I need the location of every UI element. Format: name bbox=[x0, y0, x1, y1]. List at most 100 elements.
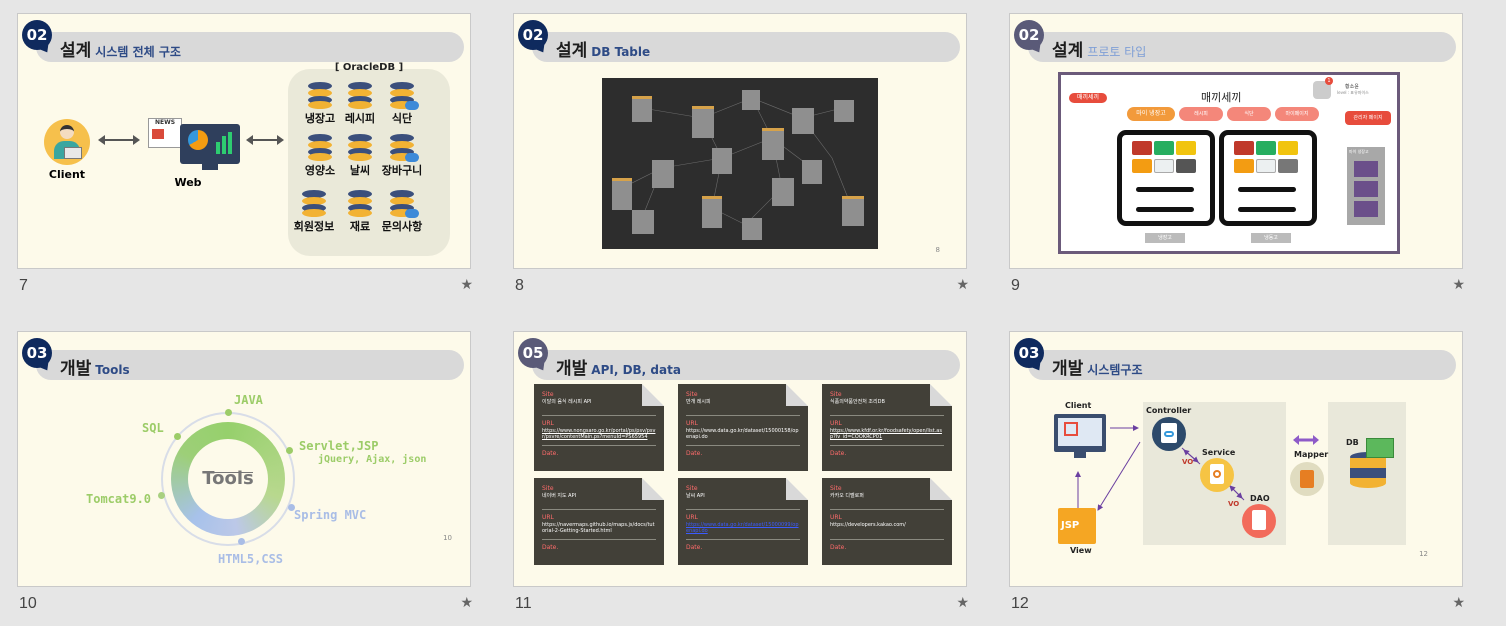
jsp-file-icon: JSP bbox=[1058, 508, 1096, 544]
client-label: Client bbox=[1065, 401, 1092, 410]
date-label: Date. bbox=[686, 450, 703, 457]
tab-my-fridge[interactable]: 마이 냉장고 bbox=[1127, 107, 1175, 121]
star-icon[interactable]: ★ bbox=[1452, 277, 1465, 293]
fridge-button[interactable]: 냉장고 bbox=[1145, 233, 1185, 243]
slide-10[interactable]: 03 개발 Tools Tools JAVA SQL Servlet,JSP jQ… bbox=[17, 331, 471, 587]
client-monitor-icon bbox=[1054, 414, 1106, 452]
site-label: Site bbox=[830, 391, 842, 398]
section-badge: 02 bbox=[22, 20, 52, 50]
url-label: URL bbox=[830, 514, 842, 521]
url-link[interactable]: https://www.data.go.kr/dataset/15000099/… bbox=[686, 522, 800, 534]
card-divider bbox=[686, 509, 800, 510]
db-item-label: 장바구니 bbox=[381, 164, 423, 177]
page-number: 12 bbox=[1419, 550, 1428, 558]
url-link[interactable]: https://developers.kakao.com/ bbox=[830, 522, 944, 528]
database-icon bbox=[389, 190, 419, 218]
slide-number: 7 bbox=[19, 277, 28, 294]
site-label: Site bbox=[686, 485, 698, 492]
side-storage-panel: 마이 냉장고 bbox=[1347, 147, 1385, 225]
card-divider bbox=[686, 445, 800, 446]
section-badge: 03 bbox=[22, 338, 52, 368]
card-divider bbox=[542, 509, 656, 510]
slide-7[interactable]: 02 설계 시스템 전체 구조 Client NEWS Web [ OracleD… bbox=[17, 13, 471, 269]
database-icon bbox=[307, 134, 333, 161]
db-item: 냉장고 bbox=[298, 82, 342, 126]
site-label: Site bbox=[830, 485, 842, 492]
db-item: 재료 bbox=[338, 190, 382, 234]
db-item: 식단 bbox=[380, 82, 424, 126]
freezer-button[interactable]: 냉동고 bbox=[1251, 233, 1291, 243]
db-item: 회원정보 bbox=[292, 190, 336, 234]
tab-diet[interactable]: 식단 bbox=[1227, 107, 1271, 121]
tools-center-label: Tools bbox=[202, 468, 254, 489]
db-item-label: 날씨 bbox=[349, 164, 371, 177]
database-icon bbox=[347, 134, 373, 161]
slide-number: 11 bbox=[515, 595, 532, 612]
database-icon bbox=[347, 190, 373, 217]
admin-page-button[interactable]: 관리자 페이지 bbox=[1345, 111, 1391, 125]
url-label: URL bbox=[686, 420, 698, 427]
db-item-label: 레시피 bbox=[344, 112, 376, 125]
star-icon[interactable]: ★ bbox=[460, 277, 473, 293]
date-label: Date. bbox=[830, 450, 847, 457]
url-link[interactable]: https://www.data.go.kr/dataset/15000158/… bbox=[686, 428, 800, 440]
db-item-label: 냉장고 bbox=[304, 112, 336, 125]
star-icon[interactable]: ★ bbox=[956, 595, 969, 611]
slide-title: 개발 API, DB, data bbox=[556, 359, 681, 379]
api-card: Site 식품의약품안전처 조리DB URL https://www.kfdf.or.… bbox=[822, 384, 952, 471]
client-web-arrow bbox=[98, 135, 140, 145]
tab-recipe[interactable]: 레시피 bbox=[1179, 107, 1223, 121]
card-divider bbox=[542, 539, 656, 540]
proto-logo: 매끼세끼 bbox=[1069, 93, 1107, 103]
date-label: Date. bbox=[830, 544, 847, 551]
tool-html-css: HTML5,CSS bbox=[218, 552, 284, 566]
card-divider bbox=[830, 415, 944, 416]
api-card: Site 네이버 지도 API URL https://navermaps.githu… bbox=[534, 478, 664, 565]
api-card: Site 날씨 API URL https://www.data.go.kr/data… bbox=[678, 478, 808, 565]
star-icon[interactable]: ★ bbox=[460, 595, 473, 611]
tab-mypage[interactable]: 마이페이지 bbox=[1275, 107, 1319, 121]
card-divider bbox=[542, 445, 656, 446]
tool-spring: Spring MVC bbox=[294, 508, 367, 522]
monitor-stand bbox=[1074, 452, 1086, 458]
view-label: View bbox=[1070, 546, 1092, 555]
slide-number: 10 bbox=[19, 595, 37, 612]
database-icon bbox=[307, 82, 333, 109]
db-item-label: 문의사항 bbox=[381, 220, 423, 233]
api-card: Site 카카오 디벨로퍼 URL https://developers.kakao.… bbox=[822, 478, 952, 565]
url-label: URL bbox=[542, 420, 554, 427]
slide-11[interactable]: 05 개발 API, DB, data Site 이달의 음식 레시피 API URL… bbox=[513, 331, 967, 587]
slide-number: 9 bbox=[1011, 277, 1020, 294]
oracle-db-title: [ OracleDB ] bbox=[334, 62, 404, 73]
star-icon[interactable]: ★ bbox=[956, 277, 969, 293]
mapper-label: Mapper bbox=[1294, 450, 1329, 459]
url-link[interactable]: https://www.nongsaro.go.kr/portal/ps/psv… bbox=[542, 428, 656, 440]
user-name: 황소윤 bbox=[1345, 84, 1359, 90]
site-label: Site bbox=[542, 485, 554, 492]
controller-label: Controller bbox=[1146, 406, 1192, 415]
slide-title: 설계 프로토 타입 bbox=[1052, 41, 1147, 61]
section-badge: 05 bbox=[518, 338, 548, 368]
database-icon bbox=[1350, 452, 1386, 492]
star-icon[interactable]: ★ bbox=[1452, 595, 1465, 611]
web-db-arrow bbox=[246, 135, 284, 145]
slide-8[interactable]: 02 설계 DB Table 8 bbox=[513, 13, 967, 269]
mapper-icon bbox=[1290, 462, 1324, 496]
slide-9[interactable]: 02 설계 프로토 타입 매끼세끼 매끼세끼 1 황소윤 level : 표유마이… bbox=[1009, 13, 1463, 269]
site-value: 네이버 지도 API bbox=[542, 493, 577, 499]
cloud-icon bbox=[405, 209, 419, 218]
slide-12[interactable]: 03 개발 시스템구조 Client JSP View Controller S… bbox=[1009, 331, 1463, 587]
db-item-label: 회원정보 bbox=[293, 220, 335, 233]
db-item: 레시피 bbox=[338, 82, 382, 126]
url-label: URL bbox=[830, 420, 842, 427]
service-icon bbox=[1200, 458, 1234, 492]
proto-app-title: 매끼세끼 bbox=[1201, 91, 1242, 104]
card-divider bbox=[686, 539, 800, 540]
ring-dot bbox=[286, 447, 293, 454]
date-label: Date. bbox=[542, 544, 559, 551]
site-value: 이달의 음식 레시피 API bbox=[542, 399, 592, 405]
url-link[interactable]: https://www.kfdf.or.kr/foodsafety/open/l… bbox=[830, 428, 944, 440]
controller-icon bbox=[1152, 417, 1186, 451]
url-link[interactable]: https://navermaps.github.io/maps.js/docs… bbox=[542, 522, 656, 534]
vo-label-2: VO bbox=[1228, 500, 1240, 508]
